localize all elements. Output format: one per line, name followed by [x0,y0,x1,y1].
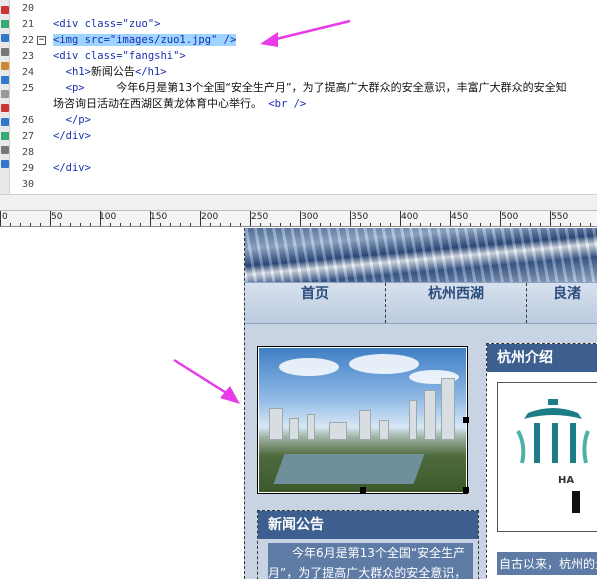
toolbar-icon[interactable] [1,48,9,56]
nav-bar: 首页 杭州西湖 良渚 [245,282,597,324]
ruler-label: 0 [2,212,8,222]
ruler-label: 400 [401,212,419,222]
toolbar-icon[interactable] [1,132,9,140]
ruler-label: 300 [301,212,319,222]
code-fragment: <h1> [53,66,91,78]
toolbar-icon[interactable] [1,34,9,42]
code-text: 场咨询日活动在西湖区黄龙体育中心举行。 [53,97,262,110]
ruler-label: 150 [150,212,168,222]
nav-item-home[interactable]: 首页 [245,283,386,323]
code-text: 新闻公告 [90,65,135,78]
toolbar-icon[interactable] [1,62,9,70]
code-fragment: <br /> [262,98,307,110]
ruler-label: 250 [251,212,269,222]
line-number: 29 [21,163,34,174]
toolbar-icon[interactable] [1,20,9,28]
ruler-label: 450 [451,212,469,222]
news-panel-text: 今年6月是第13个全国“安全生产月”，为了提高广大群众的安全意识， [268,543,473,579]
resize-handle[interactable] [360,487,366,493]
ruler-label: 500 [501,212,519,222]
news-panel-title: 新闻公告 [258,511,478,539]
pavilion-logo-icon [516,399,590,513]
nav-item-liangzhu[interactable]: 良渚 [527,283,597,323]
news-panel: 新闻公告 今年6月是第13个全国“安全生产月”，为了提高广大群众的安全意识， [257,510,479,579]
code-line[interactable]: <div class="zuo"> [53,17,160,31]
line-number: 24 [21,67,34,78]
resize-handle[interactable] [463,417,469,423]
ruler-label: 100 [99,212,117,222]
banner-image [245,228,597,282]
annotation-arrow-code [260,19,351,47]
code-line[interactable]: </p> [53,113,91,127]
design-view[interactable]: 首页 杭州西湖 良渚 新闻公告 今年6月是第13个全国“安全生产月”，为了提高广… [0,228,597,579]
web-page-preview[interactable]: 首页 杭州西湖 良渚 新闻公告 今年6月是第13个全国“安全生产月”，为了提高广… [244,228,597,579]
code-line[interactable]: <h1>新闻公告</h1> [53,65,167,79]
toolbar-icon[interactable] [1,6,9,14]
selected-image[interactable] [257,346,469,494]
line-number: 22 [21,35,34,46]
ruler-label: 550 [551,212,569,222]
ruler-label: 350 [351,212,369,222]
code-fragment: <p> [53,82,117,94]
intro-panel: 杭州介绍 HA 自古以来，杭州的景 [486,343,597,579]
line-number: 20 [21,3,34,14]
toolbar-icon[interactable] [1,104,9,112]
code-line[interactable]: </div> [53,161,91,175]
line-number: 27 [21,131,34,142]
code-editor[interactable]: 20 21 22 23 24 25 26 27 28 29 30 − <div … [0,0,597,194]
city-photo [259,348,466,492]
editor-toolbar-strip [0,0,10,194]
toolbar-icon[interactable] [1,90,9,98]
resize-handle[interactable] [463,487,469,493]
code-line[interactable]: <div class="fangshi"> [53,49,186,63]
nav-item-west-lake[interactable]: 杭州西湖 [386,283,527,323]
annotation-arrow-design [173,358,240,404]
ruler-label: 50 [51,212,63,222]
intro-panel-title: 杭州介绍 [487,344,597,372]
line-number: 26 [21,115,34,126]
code-text: 今年6月是第13个全国“安全生产月”，为了提高广大群众的安全意识，丰富广大群众的… [116,81,567,94]
code-line-selected[interactable]: <img src="images/zuo1.jpg" /> [53,33,237,47]
selected-img-tag[interactable]: <img src="images/zuo1.jpg" /> [53,34,237,46]
fold-toggle[interactable]: − [37,36,46,45]
line-number-gutter: 20 21 22 23 24 25 26 27 28 29 30 [12,0,34,194]
toolbar-icon[interactable] [1,118,9,126]
intro-panel-text: 自古以来，杭州的景 [497,552,597,575]
horizontal-scrollbar[interactable] [0,194,597,210]
code-line[interactable]: <p> 今年6月是第13个全国“安全生产月”，为了提高广大群众的安全意识，丰富广… [53,81,567,95]
toolbar-icon[interactable] [1,146,9,154]
code-line[interactable]: </div> [53,129,91,143]
line-number: 23 [21,51,34,62]
logo-lettering: HA [558,475,575,486]
line-number: 30 [21,179,34,190]
toolbar-icon[interactable] [1,76,9,84]
line-number: 25 [21,83,34,94]
line-number: 28 [21,147,34,158]
code-line-wrapped[interactable]: 场咨询日活动在西湖区黄龙体育中心举行。 <br /> [53,97,306,111]
toolbar-icon[interactable] [1,160,9,168]
ruler-label: 200 [201,212,219,222]
line-number: 21 [21,19,34,30]
horizontal-ruler: 0 50 100 150 200 250 300 350 400 450 500… [0,210,597,227]
hangzhou-logo: HA [497,382,597,532]
code-fragment: </h1> [134,66,167,78]
